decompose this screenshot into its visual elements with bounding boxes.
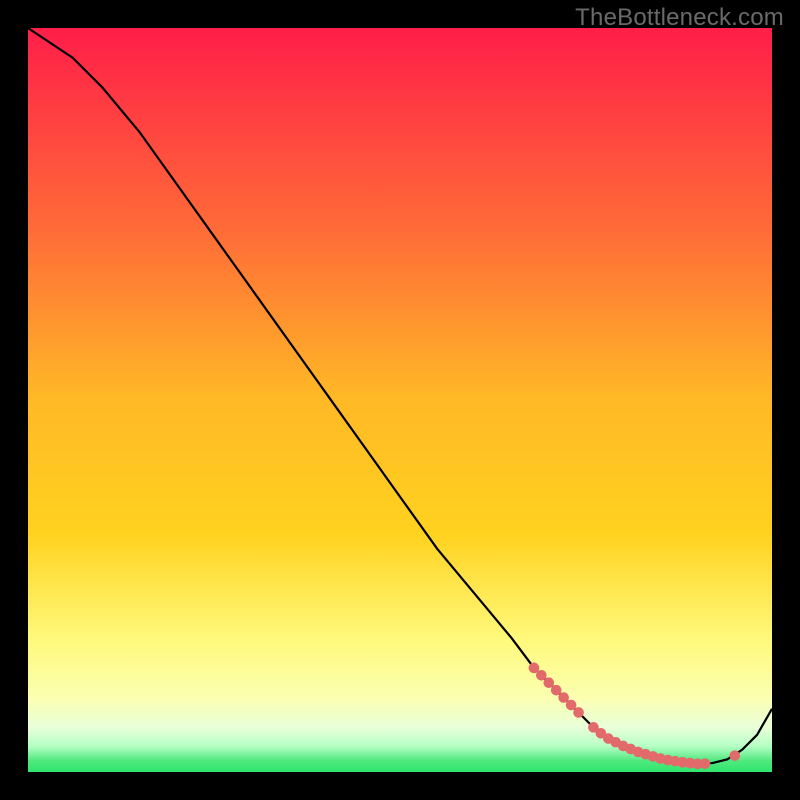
chart-svg [28, 28, 772, 772]
watermark-label: TheBottleneck.com [575, 4, 784, 32]
data-marker [573, 707, 584, 718]
data-marker [730, 750, 741, 761]
chart-plot-area [28, 28, 772, 772]
data-marker [700, 758, 711, 769]
chart-frame: TheBottleneck.com [0, 0, 800, 800]
gradient-background [28, 28, 772, 772]
